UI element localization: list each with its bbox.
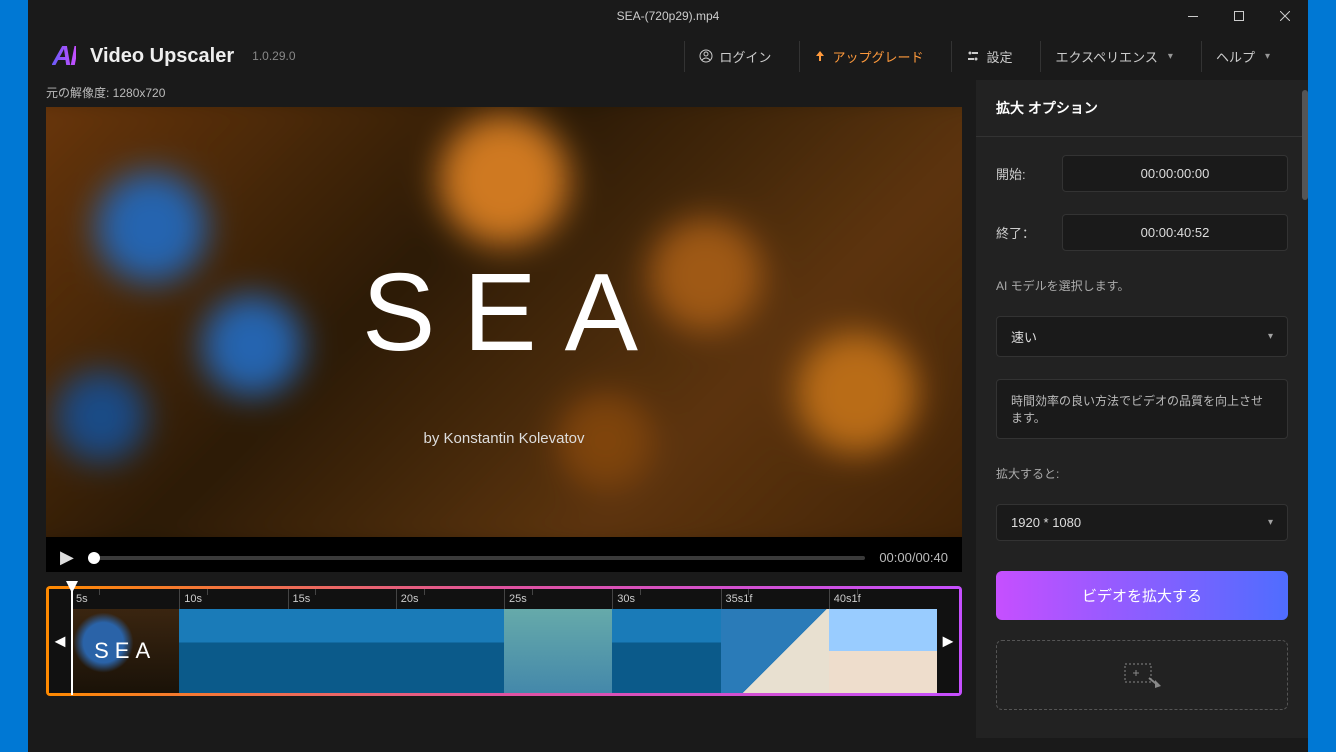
user-icon <box>699 49 713 63</box>
ruler-mark: 30s <box>617 593 635 605</box>
start-time-input[interactable]: 00:00:00:00 <box>1062 155 1288 192</box>
end-label: 終了： <box>996 223 1048 242</box>
play-button[interactable]: ▶ <box>60 547 74 568</box>
chevron-down-icon: ▾ <box>1168 51 1173 62</box>
end-time-input[interactable]: 00:00:40:52 <box>1062 214 1288 251</box>
window-minimize-button[interactable] <box>1170 0 1216 32</box>
progress-knob[interactable] <box>88 552 100 564</box>
time-display: 00:00/00:40 <box>879 550 948 565</box>
ruler-mark: 40s1f <box>834 593 861 605</box>
start-label: 開始: <box>996 164 1048 183</box>
ruler-mark: 15s <box>293 593 311 605</box>
logo: AI <box>52 40 76 72</box>
chevron-down-icon: ▾ <box>1265 51 1270 62</box>
settings-icon <box>966 49 980 63</box>
thumb-frame[interactable] <box>829 609 937 693</box>
thumb-frame[interactable]: SEA <box>71 609 179 693</box>
preview-subtitle-text: by Konstantin Kolevatov <box>424 430 585 447</box>
progress-slider[interactable] <box>88 556 865 560</box>
video-preview: SEA by Konstantin Kolevatov ▶ 00:00/00:4… <box>46 107 962 572</box>
timeline-ruler[interactable]: 5s 10s 15s 20s 25s 30s 35s1f 40s1f <box>71 589 937 609</box>
login-button[interactable]: ログイン <box>684 41 785 72</box>
drop-zone-icon <box>1121 660 1163 690</box>
window-maximize-button[interactable] <box>1216 0 1262 32</box>
header: AI Video Upscaler 1.0.29.0 ログイン アップグレード … <box>28 32 1308 80</box>
preview-title-text: SEA <box>362 249 666 376</box>
app-window: SEA-(720p29).mp4 AI Video Upscaler 1.0.2… <box>28 0 1308 752</box>
chevron-down-icon: ▾ <box>1268 331 1273 342</box>
thumb-frame[interactable] <box>612 609 720 693</box>
settings-button[interactable]: 設定 <box>951 41 1026 72</box>
resolution-select[interactable]: 1920 * 1080 ▾ <box>996 504 1288 541</box>
app-title: Video Upscaler <box>90 45 234 68</box>
upscale-video-button[interactable]: ビデオを拡大する <box>996 571 1288 620</box>
timeline: ◀ ▶ 5s 10s 15s 20s 25s 30s 35s1f 40s1f S… <box>46 586 962 696</box>
upgrade-button[interactable]: アップグレード <box>799 41 937 72</box>
titlebar: SEA-(720p29).mp4 <box>28 0 1308 32</box>
thumb-frame[interactable] <box>179 609 287 693</box>
source-resolution-label: 元の解像度: 1280x720 <box>46 80 962 107</box>
timeline-next-button[interactable]: ▶ <box>939 633 957 650</box>
options-panel: 拡大 オプション 開始: 00:00:00:00 終了： 00:00:40:52… <box>976 80 1308 738</box>
ruler-mark: 35s1f <box>726 593 753 605</box>
chevron-down-icon: ▾ <box>1268 517 1273 528</box>
panel-scrollbar[interactable] <box>1302 90 1308 200</box>
thumb-frame[interactable] <box>504 609 612 693</box>
upgrade-icon <box>814 50 826 62</box>
help-button[interactable]: ヘルプ ▾ <box>1201 41 1284 72</box>
drop-zone[interactable] <box>996 640 1288 710</box>
model-description: 時間効率の良い方法でビデオの品質を向上させます。 <box>996 379 1288 439</box>
panel-title: 拡大 オプション <box>976 80 1308 137</box>
thumb-frame[interactable] <box>288 609 396 693</box>
titlebar-filename: SEA-(720p29).mp4 <box>617 9 720 23</box>
upscale-to-label: 拡大すると: <box>996 465 1288 482</box>
app-version: 1.0.29.0 <box>252 49 295 63</box>
model-section-label: AI モデルを選択します。 <box>996 277 1288 294</box>
ruler-mark: 10s <box>184 593 202 605</box>
thumb-frame[interactable] <box>396 609 504 693</box>
window-close-button[interactable] <box>1262 0 1308 32</box>
model-select[interactable]: 速い ▾ <box>996 316 1288 357</box>
experience-button[interactable]: エクスペリエンス ▾ <box>1040 41 1186 72</box>
preview-frame[interactable]: SEA by Konstantin Kolevatov <box>46 107 962 537</box>
timeline-prev-button[interactable]: ◀ <box>51 633 69 650</box>
ruler-mark: 25s <box>509 593 527 605</box>
timeline-thumbnails[interactable]: SEA <box>71 609 937 693</box>
timeline-scrubber[interactable] <box>71 587 73 695</box>
ruler-mark: 5s <box>76 593 88 605</box>
thumb-frame[interactable] <box>721 609 829 693</box>
ruler-mark: 20s <box>401 593 419 605</box>
